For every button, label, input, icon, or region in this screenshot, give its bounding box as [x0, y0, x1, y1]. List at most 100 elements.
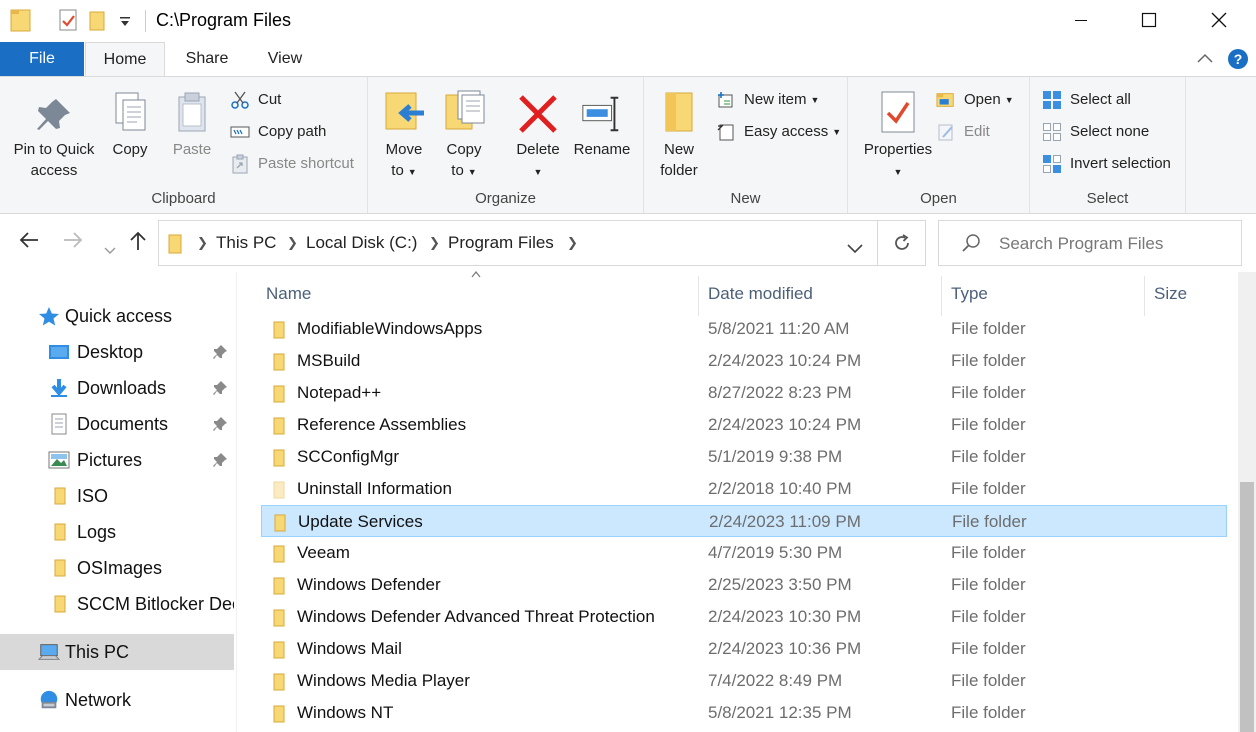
- file-row[interactable]: Windows Defender Advanced Threat Protect…: [261, 601, 1227, 633]
- download-arrow-icon: [48, 378, 70, 398]
- breadcrumb-chevron-icon[interactable]: ❯: [567, 235, 578, 251]
- column-header-size[interactable]: Size: [1154, 284, 1187, 304]
- file-row[interactable]: Windows NT 5/8/2021 12:35 PM File folder: [261, 697, 1227, 729]
- maximize-icon: [1141, 12, 1157, 28]
- nav-osimages[interactable]: OSImages: [0, 550, 234, 586]
- file-date-modified: 5/8/2021 12:35 PM: [708, 703, 852, 722]
- vertical-scrollbar[interactable]: [1238, 272, 1256, 732]
- file-row[interactable]: SCConfigMgr 5/1/2019 9:38 PM File folder: [261, 441, 1227, 473]
- properties-button[interactable]: Properties ▼: [854, 85, 942, 183]
- back-arrow-icon[interactable]: [18, 230, 40, 256]
- tab-home[interactable]: Home: [85, 42, 165, 77]
- file-row[interactable]: Uninstall Information 2/2/2018 10:40 PM Fi…: [261, 473, 1227, 505]
- easy-access-button[interactable]: Easy access ▼: [716, 120, 841, 144]
- move-to-button[interactable]: Move to ▼: [378, 85, 430, 183]
- file-row[interactable]: Reference Assemblies 2/24/2023 10:24 PM Fi…: [261, 409, 1227, 441]
- file-row[interactable]: MSBuild 2/24/2023 10:24 PM File folder: [261, 345, 1227, 377]
- file-row[interactable]: Update Services 2/24/2023 11:09 PM File fo…: [261, 505, 1227, 537]
- invert-selection-button[interactable]: Invert selection: [1042, 152, 1171, 176]
- copy-button[interactable]: Copy: [104, 85, 156, 160]
- breadcrumb-local-disk[interactable]: Local Disk (C:): [306, 233, 417, 253]
- delete-x-icon: [516, 85, 560, 135]
- search-placeholder: Search Program Files: [999, 234, 1164, 253]
- tab-view[interactable]: View: [252, 42, 318, 76]
- file-type: File folder: [951, 575, 1026, 594]
- forward-arrow-icon[interactable]: [62, 230, 84, 256]
- select-none-button[interactable]: Select none: [1042, 120, 1149, 144]
- nav-sccm-bitlocker[interactable]: SCCM Bitlocker Decr: [0, 586, 234, 622]
- new-folder-icon[interactable]: [88, 8, 106, 37]
- copy-path-button[interactable]: Copy path: [230, 120, 326, 144]
- column-divider[interactable]: [941, 276, 942, 316]
- tab-share[interactable]: Share: [172, 42, 242, 76]
- customize-toolbar-icon[interactable]: [118, 14, 132, 34]
- file-row[interactable]: ModifiableWindowsApps 5/8/2021 11:20 AM Fi…: [261, 313, 1227, 345]
- file-date-modified: 2/24/2023 10:24 PM: [708, 415, 862, 434]
- refresh-button[interactable]: [878, 220, 926, 266]
- minimize-button[interactable]: [1046, 0, 1116, 40]
- help-icon[interactable]: ?: [1227, 48, 1249, 75]
- select-all-button[interactable]: Select all: [1042, 88, 1131, 112]
- column-header-name[interactable]: Name: [266, 284, 311, 304]
- address-history-chevron-icon[interactable]: [847, 239, 863, 259]
- copy-to-button[interactable]: Copy to ▼: [438, 85, 490, 183]
- breadcrumb-program-files[interactable]: Program Files: [448, 233, 554, 253]
- column-header-type[interactable]: Type: [951, 284, 988, 304]
- nav-iso[interactable]: ISO: [0, 478, 234, 514]
- pin-icon[interactable]: [212, 380, 228, 401]
- scrollbar-thumb[interactable]: [1240, 482, 1254, 732]
- nav-downloads[interactable]: Downloads: [0, 370, 234, 406]
- address-bar[interactable]: ❯ This PC ❯ Local Disk (C:) ❯ Program Fi…: [158, 220, 878, 266]
- nav-documents[interactable]: Documents: [0, 406, 234, 442]
- paste-shortcut-button[interactable]: Paste shortcut: [230, 152, 354, 176]
- edit-label: Edit: [964, 123, 990, 140]
- title-separator: [145, 10, 146, 32]
- new-item-button[interactable]: New item ▼: [716, 88, 819, 112]
- file-row[interactable]: Notepad++ 8/27/2022 8:23 PM File folder: [261, 377, 1227, 409]
- search-box[interactable]: Search Program Files: [938, 220, 1242, 266]
- rename-button[interactable]: Rename: [570, 85, 634, 160]
- file-row[interactable]: Windows Media Player 7/4/2022 8:49 PM File…: [261, 665, 1227, 697]
- nav-quick-access[interactable]: Quick access: [0, 298, 234, 334]
- nav-label: Quick access: [65, 305, 173, 326]
- new-folder-button[interactable]: New folder: [654, 85, 704, 181]
- file-type: File folder: [951, 319, 1026, 338]
- file-row[interactable]: Veeam 4/7/2019 5:30 PM File folder: [261, 537, 1227, 569]
- column-divider[interactable]: [698, 276, 699, 316]
- open-group: Properties ▼ Open ▼ Edit Open: [848, 77, 1030, 213]
- edit-button[interactable]: Edit: [936, 120, 990, 144]
- tab-file[interactable]: File: [0, 42, 84, 76]
- pin-icon[interactable]: [212, 344, 228, 365]
- pin-to-quick-access-button[interactable]: Pin to Quick access: [8, 85, 100, 181]
- paste-button[interactable]: Paste: [166, 85, 218, 160]
- breadcrumb-chevron-icon[interactable]: ❯: [287, 235, 298, 251]
- open-button[interactable]: Open ▼: [936, 88, 1014, 112]
- cut-button[interactable]: Cut: [230, 88, 281, 112]
- file-row[interactable]: Windows Mail 2/24/2023 10:36 PM File folde…: [261, 633, 1227, 665]
- column-divider[interactable]: [1144, 276, 1145, 316]
- nav-network[interactable]: Network: [0, 682, 234, 718]
- collapse-ribbon-icon[interactable]: [1196, 50, 1214, 70]
- file-name: Notepad++: [297, 383, 382, 402]
- nav-pictures[interactable]: Pictures: [0, 442, 234, 478]
- delete-button[interactable]: Delete ▼: [512, 85, 564, 183]
- file-row[interactable]: Windows Defender 2/25/2023 3:50 PM File fo…: [261, 569, 1227, 601]
- breadcrumb-this-pc[interactable]: This PC: [216, 233, 276, 253]
- breadcrumb-chevron-icon[interactable]: ❯: [197, 235, 208, 251]
- pin-icon[interactable]: [212, 452, 228, 473]
- pin-icon[interactable]: [212, 416, 228, 437]
- nav-desktop[interactable]: Desktop: [0, 334, 234, 370]
- maximize-button[interactable]: [1114, 0, 1184, 40]
- chevron-down-icon: ▼: [407, 167, 417, 177]
- close-button[interactable]: [1184, 0, 1254, 40]
- column-header-date-modified[interactable]: Date modified: [708, 284, 813, 304]
- breadcrumb-chevron-icon[interactable]: ❯: [429, 235, 440, 251]
- properties-icon: [876, 85, 920, 135]
- nav-this-pc[interactable]: This PC: [0, 634, 234, 670]
- file-name: Windows Defender: [297, 575, 441, 594]
- up-arrow-icon[interactable]: [128, 230, 148, 258]
- recent-locations-chevron-icon[interactable]: [104, 238, 116, 261]
- nav-logs[interactable]: Logs: [0, 514, 234, 550]
- properties-icon[interactable]: [58, 8, 78, 37]
- file-name: MSBuild: [297, 351, 361, 370]
